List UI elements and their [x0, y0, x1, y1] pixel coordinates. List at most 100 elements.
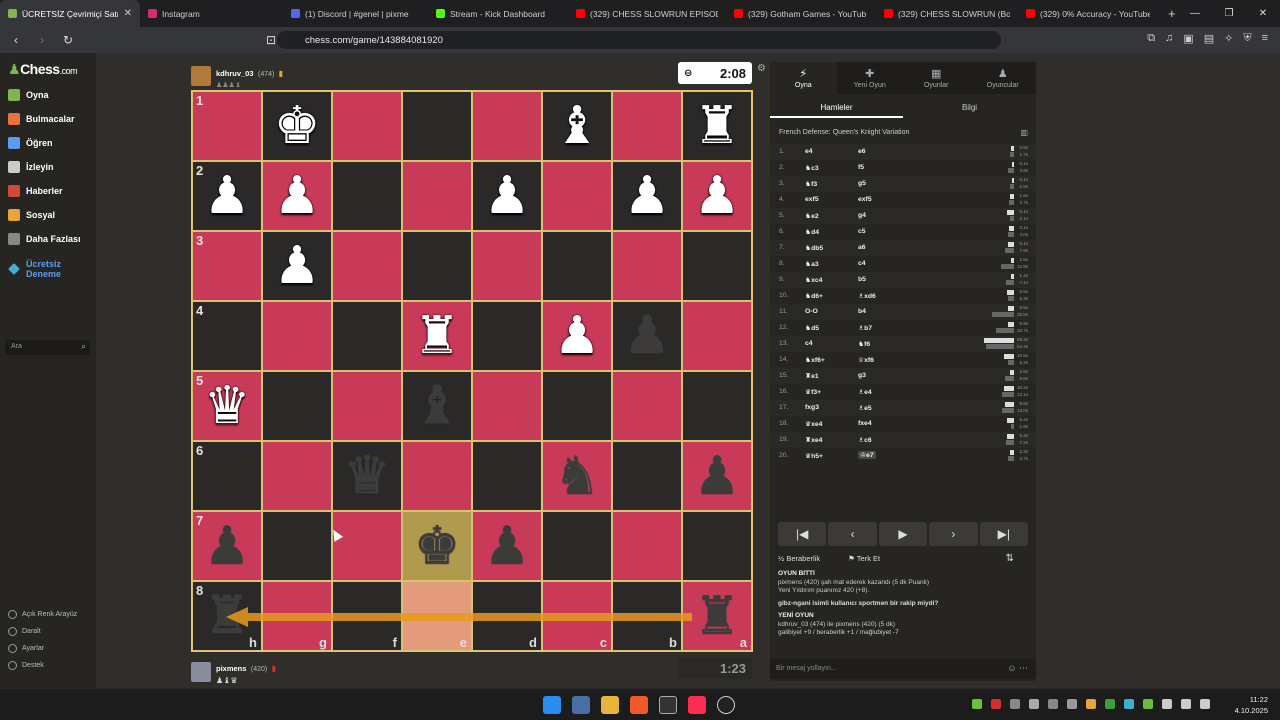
board-square[interactable]: ♟: [682, 161, 752, 231]
browser-tab[interactable]: Instagram: [140, 0, 283, 27]
white-move[interactable]: ♜e1: [805, 372, 819, 380]
white-move[interactable]: exf5: [805, 196, 819, 203]
black-rook-icon[interactable]: ♜: [694, 590, 741, 642]
white-pawn-icon[interactable]: ♟: [204, 170, 251, 222]
white-pawn-icon[interactable]: ♟: [274, 240, 321, 292]
chess-logo[interactable]: ♟Chess.com: [8, 61, 78, 78]
sidebar-item-i-zleyin[interactable]: İzleyin: [8, 161, 54, 173]
chess-board[interactable]: 1 ♚ ♝ ♜ 2 ♟ ♟ ♟ ♟ ♟ 3 ♟ 4 ♜ ♟ ♟ 5 ♛ ♝ 6 ♛ ♞ ♟ 7 ♟ ♚ ♟ 8 h ♜ g f e d c b a ♜: [191, 90, 753, 652]
back-icon[interactable]: ‹: [6, 33, 26, 47]
subtab[interactable]: Hamleler: [770, 96, 903, 118]
player-name[interactable]: kdhruv_03: [216, 69, 254, 78]
black-move[interactable]: b4: [858, 308, 866, 315]
tab-yeni-oyun[interactable]: ✚ Yeni Oyun: [837, 62, 904, 94]
search-input[interactable]: Ara ⌕: [5, 340, 90, 355]
board-square[interactable]: [542, 231, 612, 301]
tray-settings-icon[interactable]: [1048, 699, 1058, 709]
black-move[interactable]: c4: [858, 260, 866, 267]
white-move[interactable]: ♞db5: [805, 244, 823, 252]
tray-nvidia-icon[interactable]: [972, 699, 982, 709]
black-move[interactable]: c5: [858, 228, 866, 235]
board-square[interactable]: [262, 441, 332, 511]
board-square[interactable]: [472, 91, 542, 161]
board-square[interactable]: ♜: [682, 91, 752, 161]
black-king-icon[interactable]: ♚: [414, 520, 461, 572]
tab-oyunlar[interactable]: ▦ Oyunlar: [903, 62, 970, 94]
white-move[interactable]: ♞e2: [805, 212, 819, 220]
white-move[interactable]: ♛f3+: [805, 388, 821, 396]
tray-steam-icon[interactable]: [1010, 699, 1020, 709]
black-move[interactable]: ♗c6: [858, 436, 872, 444]
chat-input[interactable]: Bir mesaj yollayın... ☺ ⋯: [770, 659, 1036, 679]
media-icon[interactable]: ♫: [1165, 32, 1173, 45]
black-pawn-icon[interactable]: ♟: [204, 520, 251, 572]
sidebar-footer-item[interactable]: Ayarlar: [8, 644, 44, 653]
white-pawn-icon[interactable]: ♟: [554, 310, 601, 362]
url-field[interactable]: chess.com/game/143884081920: [277, 31, 1001, 49]
board-square[interactable]: [612, 511, 682, 581]
white-move[interactable]: ♞d4: [805, 228, 819, 236]
sidebar-footer-item[interactable]: Daralt: [8, 627, 41, 636]
board-square[interactable]: 5 ♛: [192, 371, 262, 441]
board-square[interactable]: [332, 231, 402, 301]
white-move[interactable]: ♞f3: [805, 180, 817, 188]
browser-tab[interactable]: (329) CHESS SLOWRUN EPISOD: [568, 0, 726, 27]
menu-icon[interactable]: ≡: [1262, 32, 1268, 45]
subtab[interactable]: Bilgi: [903, 96, 1036, 118]
board-square[interactable]: ♟: [612, 161, 682, 231]
board-square[interactable]: ♟: [262, 231, 332, 301]
prev-move-button[interactable]: ‹: [828, 522, 877, 546]
white-move[interactable]: ♞a3: [805, 260, 819, 268]
sidebar-icon[interactable]: ▣: [1183, 32, 1193, 45]
board-square[interactable]: [612, 441, 682, 511]
tray-cloud-icon[interactable]: [1124, 699, 1134, 709]
white-rook-icon[interactable]: ♜: [414, 310, 461, 362]
black-move[interactable]: g5: [858, 180, 866, 187]
browser-tab[interactable]: Stream - Kick Dashboard: [428, 0, 568, 27]
tray-record-icon[interactable]: [991, 699, 1001, 709]
black-move[interactable]: f5: [858, 164, 864, 171]
board-square[interactable]: a ♜: [682, 581, 752, 651]
gallery-icon[interactable]: [572, 696, 590, 714]
board-square[interactable]: [262, 511, 332, 581]
resign-button[interactable]: ⚑ Terk Et: [848, 554, 894, 563]
board-square[interactable]: ♚: [402, 511, 472, 581]
tray-shield-icon[interactable]: [1143, 699, 1153, 709]
ai-icon[interactable]: ✧: [1224, 32, 1233, 45]
board-square[interactable]: [682, 301, 752, 371]
board-square[interactable]: ♜: [402, 301, 472, 371]
board-square[interactable]: ♟: [542, 301, 612, 371]
board-square[interactable]: [472, 231, 542, 301]
black-move[interactable]: b5: [858, 276, 866, 283]
board-square[interactable]: [542, 371, 612, 441]
black-queen-icon[interactable]: ♛: [344, 450, 391, 502]
board-square[interactable]: [332, 301, 402, 371]
board-square[interactable]: [472, 371, 542, 441]
sidebar-item-haberler[interactable]: Haberler: [8, 185, 63, 197]
board-square[interactable]: [472, 301, 542, 371]
board-square[interactable]: [332, 371, 402, 441]
browser-tab[interactable]: (329) CHESS SLOWRUN (Bonus: [876, 0, 1018, 27]
board-square[interactable]: 4: [192, 301, 262, 371]
tray-warning-icon[interactable]: [1086, 699, 1096, 709]
board-square[interactable]: ♝: [402, 371, 472, 441]
tab-close-icon[interactable]: ✕: [124, 8, 132, 19]
board-square[interactable]: 3: [192, 231, 262, 301]
black-bishop-icon[interactable]: ♝: [414, 380, 461, 432]
play-button[interactable]: ▶: [878, 522, 928, 546]
board-square[interactable]: [682, 511, 752, 581]
tray-security-icon[interactable]: [1105, 699, 1115, 709]
white-move[interactable]: ♛xe4: [805, 420, 822, 428]
brave-icon[interactable]: [630, 696, 648, 714]
white-king-icon[interactable]: ♚: [274, 100, 321, 152]
white-move[interactable]: c4: [805, 340, 813, 347]
board-square[interactable]: ♞: [542, 441, 612, 511]
board-square[interactable]: [542, 511, 612, 581]
flip-board-icon[interactable]: ⇅: [1006, 553, 1014, 564]
board-square[interactable]: ♛: [332, 441, 402, 511]
draw-button[interactable]: ½ Beraberlik: [778, 554, 834, 563]
board-square[interactable]: [682, 371, 752, 441]
board-square[interactable]: [332, 511, 402, 581]
board-square[interactable]: ♝: [542, 91, 612, 161]
board-square[interactable]: [612, 91, 682, 161]
